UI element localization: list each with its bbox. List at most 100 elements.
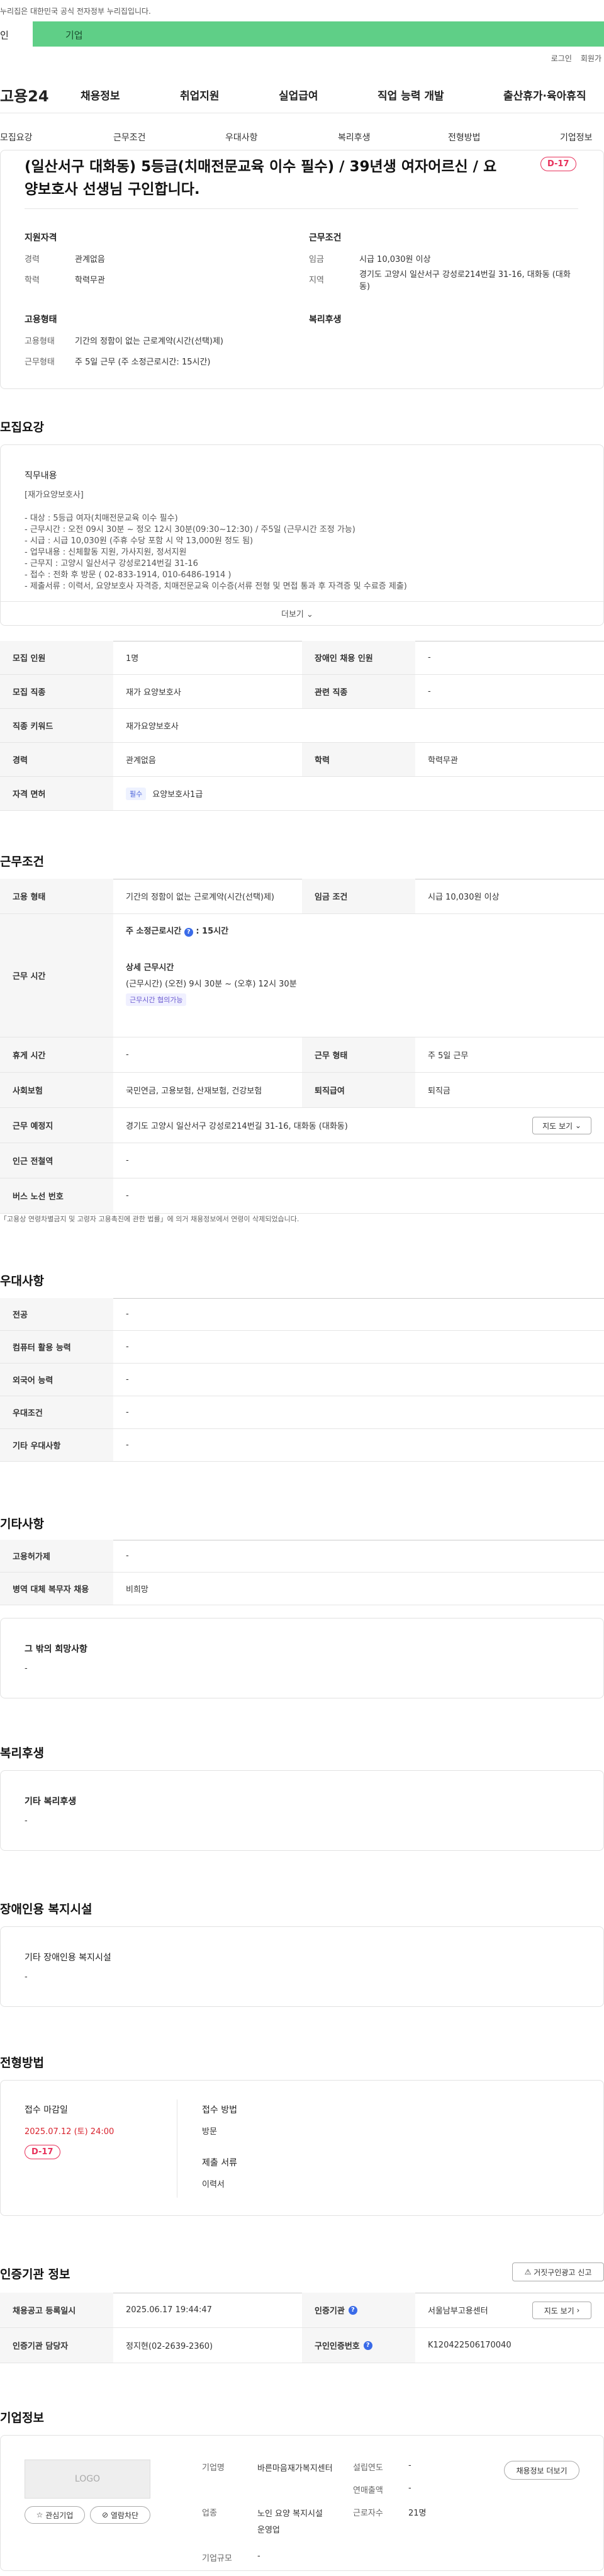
info-icon[interactable]: ?: [184, 928, 193, 937]
subnav-welfare[interactable]: 복리후생: [338, 131, 371, 144]
info-icon[interactable]: ?: [348, 2305, 357, 2315]
other-wishes-card: 그 밖의 희망사항 -: [0, 1618, 604, 1698]
table-row: 컴퓨터 활용 능력 -: [0, 1331, 604, 1364]
table-value: K120422506170040: [428, 2341, 512, 2350]
tab-company[interactable]: 기업: [33, 21, 604, 47]
gnb-unemployment-benefit[interactable]: 실업급여: [279, 87, 318, 103]
table-value: 재가 요양보호사: [126, 688, 181, 698]
detail-hours-title: 상세 근무시간: [126, 963, 174, 973]
table-value: 재가요양보호사: [126, 722, 179, 732]
table-row: 근무 예정지 경기도 고양시 일산서구 강성로214번길 31-16, 대화동 …: [0, 1108, 604, 1143]
table-row: 고용허가제 -: [0, 1540, 604, 1573]
table-value: -: [126, 1156, 129, 1165]
info-icon[interactable]: ?: [363, 2341, 372, 2350]
table-label: 모집 인원: [0, 641, 113, 674]
table-label: 직종 키워드: [0, 709, 113, 742]
welfare-card-title: 기타 복리후생: [25, 1797, 77, 1807]
dday-badge: D-17: [25, 2145, 60, 2159]
divider: [25, 208, 578, 209]
company-name-label: 기업명: [202, 2463, 225, 2473]
deadline-value: 2025.07.12 (토) 24:00: [25, 2127, 115, 2137]
cert-map-button[interactable]: 지도 보기 ›: [532, 2302, 591, 2319]
company-heading: 기업정보: [0, 2411, 44, 2425]
table-row: 전공 -: [0, 1298, 604, 1331]
table-row: 사회보험 국민연금, 고용보험, 산재보험, 건강보험 퇴직급여 퇴직금: [0, 1073, 604, 1108]
gov-notice-bar: 누리집은 대한민국 공식 전자정부 누리집입니다.: [0, 0, 604, 21]
subnav-recruit[interactable]: 모집요강: [0, 131, 33, 144]
member-type-tabs: 인 기업: [0, 21, 604, 47]
more-jobs-button[interactable]: 채용정보 더보기: [504, 2461, 579, 2480]
table-value-cell: 필수 요양보호사1급: [126, 777, 203, 810]
table-label: 근무 예정지: [0, 1108, 113, 1143]
table-value: 2025.06.17 19:44:47: [126, 2305, 212, 2315]
more-button[interactable]: 더보기 ⌄: [281, 607, 313, 619]
docs-title: 제출 서류: [202, 2158, 237, 2168]
emptype-value: 기간의 정함이 없는 근로계약(시간(선택)제): [75, 337, 224, 346]
gnb-job-skills[interactable]: 직업 능력 개발: [378, 87, 444, 103]
negotiable-tag: 근무시간 협의가능: [126, 993, 187, 1006]
report-ad-button[interactable]: ⚠ 거짓구인광고 신고: [512, 2262, 604, 2281]
recruit-heading: 모집요강: [0, 421, 44, 434]
table-value: 국민연금, 고용보험, 산재보험, 건강보험: [126, 1087, 262, 1096]
job-desc-line: - 업무내용 : 신체활동 지원, 가사지원, 정서지원: [25, 548, 187, 557]
region-value: 경기도 고양시 일산서구 강성로214번길 31-16, 대화동 (대화동): [359, 270, 571, 291]
table-label: 학력: [302, 743, 415, 776]
preference-heading: 우대사항: [0, 1274, 44, 1288]
gnb-maternity-leave[interactable]: 출산휴가·육아휴직: [503, 87, 586, 103]
edu-label: 학력: [25, 276, 40, 285]
table-label: 우대조건: [0, 1396, 113, 1428]
workform-label: 근무형태: [25, 358, 55, 367]
subnav-preference[interactable]: 우대사항: [225, 131, 258, 144]
job-desc-line: - 제출서류 : 이력서, 요양보호사 자격증, 치매전문교육 이수증(서류 전…: [25, 582, 407, 591]
table-label: 인근 전철역: [0, 1143, 113, 1178]
table-row: 병역 대체 복무자 채용 비희망: [0, 1573, 604, 1605]
method-value: 방문: [202, 2127, 217, 2137]
subnav-selection[interactable]: 전형방법: [448, 131, 481, 144]
site-logo[interactable]: 고용24: [0, 84, 76, 106]
welfare-title: 복리후생: [309, 315, 342, 325]
util-menu: 로그인 회원가: [551, 53, 601, 64]
company-name-value: 바른마음재가복지센터: [257, 2464, 333, 2473]
login-link[interactable]: 로그인: [551, 53, 572, 64]
divider: [1, 601, 603, 602]
table-label: 근무 시간: [0, 914, 113, 1037]
gnb-jobs[interactable]: 채용정보: [81, 87, 120, 103]
table-label: 기타 우대사항: [0, 1429, 113, 1461]
weekly-hours-value: : 15시간: [196, 927, 229, 936]
table-label: 휴게 시간: [0, 1037, 113, 1072]
cert-heading: 인증기관 정보: [0, 2268, 70, 2281]
block-label: 열람차단: [110, 2511, 139, 2520]
table-value: -: [126, 1342, 129, 1352]
conditions-heading: 근무조건: [0, 855, 44, 869]
fav-company-button[interactable]: ☆ 관심기업: [25, 2506, 85, 2524]
table-value: -: [126, 1050, 129, 1059]
table-row: 외국어 능력 -: [0, 1364, 604, 1396]
block-company-button[interactable]: ⊘ 열람차단: [90, 2506, 150, 2524]
warning-icon: ⚠: [524, 2268, 532, 2276]
table-value: 요양보호사1급: [152, 790, 203, 799]
disabled-card-value: -: [25, 1972, 28, 1982]
job-desc-line: - 대상 : 5등급 여자(치매전문교육 이수 필수): [25, 514, 178, 523]
job-summary-card: (일산서구 대화동) 5등급(치매전문교육 이수 필수) / 39년생 여자어르…: [0, 150, 604, 389]
table-value: 비희망: [126, 1585, 148, 1595]
join-link[interactable]: 회원가: [581, 53, 601, 64]
table-row: 인증기관 담당자 정지현(02-2639-2360) 구인인증번호? K1204…: [0, 2328, 604, 2363]
detail-hours-value: (근무시간) (오전) 9시 30분 ~ (오후) 12시 30분: [126, 980, 297, 989]
gnb-employment-support[interactable]: 취업지원: [180, 87, 220, 103]
table-row: 모집 직종 재가 요양보호사 관련 직종 -: [0, 675, 604, 709]
map-button[interactable]: 지도 보기 ⌄: [532, 1117, 591, 1134]
table-value: -: [428, 687, 431, 696]
other-wishes-title: 그 밖의 희망사항: [25, 1644, 87, 1654]
table-value: -: [428, 653, 431, 662]
deadline-title: 접수 마감일: [25, 2105, 68, 2115]
table-label: 병역 대체 복무자 채용: [0, 1573, 113, 1605]
table-value: -: [126, 1408, 129, 1417]
tab-individual[interactable]: 인: [0, 21, 33, 47]
subnav-conditions[interactable]: 근무조건: [113, 131, 146, 144]
subnav-company[interactable]: 기업정보: [560, 131, 593, 144]
table-row: 버스 노선 번호 -: [0, 1178, 604, 1214]
founded-label: 설립연도: [353, 2463, 383, 2473]
table-label: 인증기관 담당자: [0, 2328, 113, 2363]
employees-value: 21명: [408, 2509, 427, 2518]
table-row: 직종 키워드 재가요양보호사: [0, 709, 604, 743]
